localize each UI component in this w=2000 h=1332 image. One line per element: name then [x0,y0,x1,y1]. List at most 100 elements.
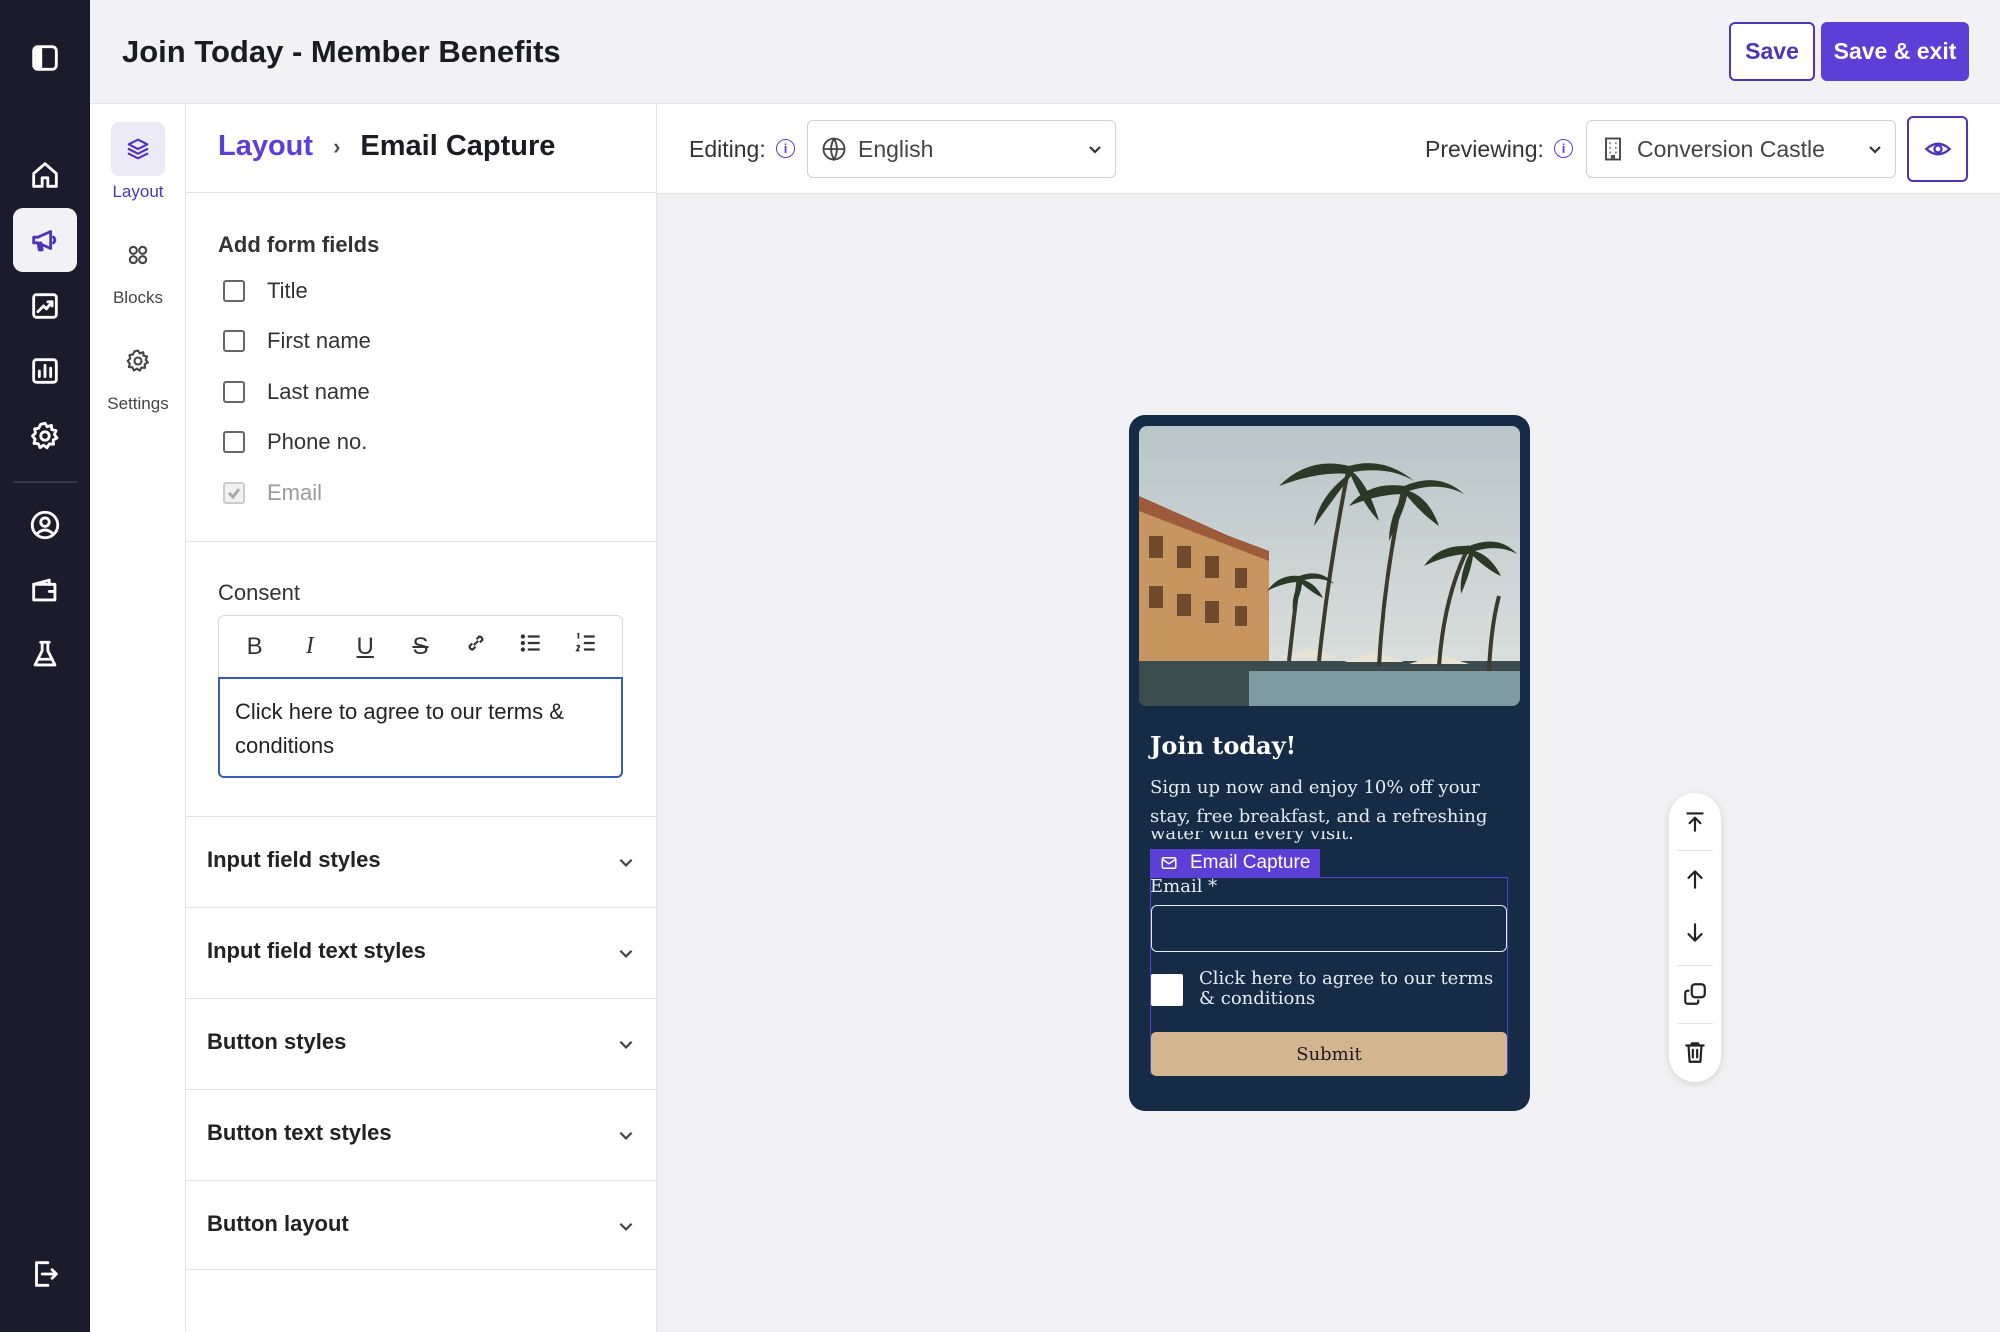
flask-icon[interactable] [13,623,77,687]
wallet-icon[interactable] [13,558,77,622]
breadcrumb: Layout › Email Capture [218,130,555,163]
preview-button[interactable] [1907,116,1968,182]
subnav-item-layout[interactable]: Layout [90,122,186,202]
megaphone-icon[interactable] [13,208,77,272]
duplicate-button[interactable] [1669,966,1721,1022]
subnav-label: Blocks [112,288,164,307]
accordion-input-field-text-styles[interactable]: Input field text styles [186,907,657,997]
field-label: Email [267,480,323,505]
preview-consent-checkbox[interactable] [1151,974,1183,1006]
chevron-down-icon [619,858,633,867]
selected-block-tag: Email Capture [1150,849,1321,877]
block-tag-label: Email Capture [1190,852,1311,873]
page-title: Join Today - Member Benefits [122,34,561,69]
building-icon [1605,137,1621,161]
subnav-label: Settings [107,394,169,413]
bold-button[interactable]: B [237,633,273,661]
chevron-down-icon [619,1222,633,1231]
block-settings-panel: Layout › Email Capture Add form fields T… [186,104,657,1332]
language-value: English [858,135,934,162]
breadcrumb-parent[interactable]: Layout [218,130,313,163]
form-fields-heading: Add form fields [218,232,380,257]
preview-consent-text: Click here to agree to our terms & condi… [1199,968,1494,1009]
editor-toolbar: Editing: i English Previewing: i Convers… [657,104,2000,194]
save-button[interactable]: Save [1729,22,1815,81]
checkbox[interactable] [223,381,245,403]
arrow-up-icon [1687,870,1703,889]
checkbox[interactable] [223,431,245,453]
field-label: First name [267,328,371,353]
logout-icon[interactable] [13,1242,77,1306]
field-checkbox-last-name[interactable]: Last name [223,379,370,405]
home-icon[interactable] [13,143,77,207]
trash-icon [1685,1042,1705,1063]
block-actions [1669,793,1721,1082]
rich-text-toolbar: B I U S [218,615,623,677]
preview-email-input[interactable] [1151,905,1507,952]
trending-chart-icon[interactable] [13,274,77,338]
field-checkbox-first-name[interactable]: First name [223,328,371,354]
subnav-item-settings[interactable]: Settings [90,334,186,414]
arrow-down-icon [1687,923,1703,942]
globe-icon [822,137,846,162]
preview-body-overflow: water with every visit. [1150,831,1512,845]
subnav-item-blocks[interactable]: Blocks [90,228,186,308]
breadcrumb-current: Email Capture [360,130,556,162]
accordion-button-styles[interactable]: Button styles [186,998,657,1088]
field-label: Phone no. [267,429,368,454]
chevron-down-icon [619,949,633,958]
accordion-button-text-styles[interactable]: Button text styles [186,1089,657,1179]
sidebar-toggle-icon[interactable] [13,26,77,90]
editing-label: Editing: [689,136,766,162]
hero-image [1139,426,1520,706]
popup-preview: Join today! Sign up now and enjoy 10% of… [1129,415,1530,1111]
blocks-icon [128,245,148,265]
user-circle-icon[interactable] [13,493,77,557]
link-icon[interactable] [458,630,494,663]
chevron-down-icon [619,1131,633,1140]
subnav-label: Layout [112,182,164,201]
accordion-button-layout[interactable]: Button layout [186,1180,657,1270]
checkbox[interactable] [223,330,245,352]
divider [186,192,657,193]
accordion-title: Button text styles [207,1120,392,1145]
chevron-down-icon [1089,146,1101,154]
chevron-down-icon [1869,146,1881,154]
bulleted-list-icon[interactable] [513,630,549,663]
editor-subnav: Layout Blocks Settings [90,104,186,1332]
preview-email-label: Email * [1150,876,1218,897]
field-checkbox-email: Email [223,480,322,506]
chevron-down-icon [619,1040,633,1049]
underline-button[interactable]: U [347,633,383,661]
consent-text-editor[interactable]: Click here to agree to our terms & condi… [218,677,623,778]
delete-button[interactable] [1669,1024,1721,1080]
italic-button[interactable]: I [292,633,328,660]
info-icon[interactable]: i [1554,139,1573,158]
field-label: Title [267,278,308,303]
accordion-input-field-styles[interactable]: Input field styles [186,816,657,906]
preview-target-select[interactable]: Conversion Castle [1586,120,1896,178]
info-icon[interactable]: i [776,139,795,158]
divider [186,541,657,542]
layers-icon [127,138,149,160]
move-to-top-icon [1686,812,1704,832]
preview-submit-button[interactable]: Submit [1151,1032,1507,1076]
gear-icon[interactable] [13,404,77,468]
checkbox-checked [223,482,245,504]
field-checkbox-phone[interactable]: Phone no. [223,429,367,455]
accordion-title: Button styles [207,1029,347,1054]
preview-title: Join today! [1150,731,1297,760]
save-exit-button[interactable]: Save & exit [1821,22,1969,81]
checkbox[interactable] [223,280,245,302]
bar-chart-icon[interactable] [13,339,77,403]
numbered-list-icon[interactable] [568,630,604,663]
strikethrough-button[interactable]: S [402,633,438,661]
previewing-label: Previewing: [1425,136,1544,162]
move-to-top-button[interactable] [1669,793,1721,849]
move-up-button[interactable] [1669,851,1721,907]
language-select[interactable]: English [807,120,1116,178]
move-down-button[interactable] [1669,905,1721,961]
preview-body-tail: water with every visit. [1150,831,1354,844]
field-checkbox-title[interactable]: Title [223,278,308,304]
breadcrumb-separator: › [333,133,341,159]
